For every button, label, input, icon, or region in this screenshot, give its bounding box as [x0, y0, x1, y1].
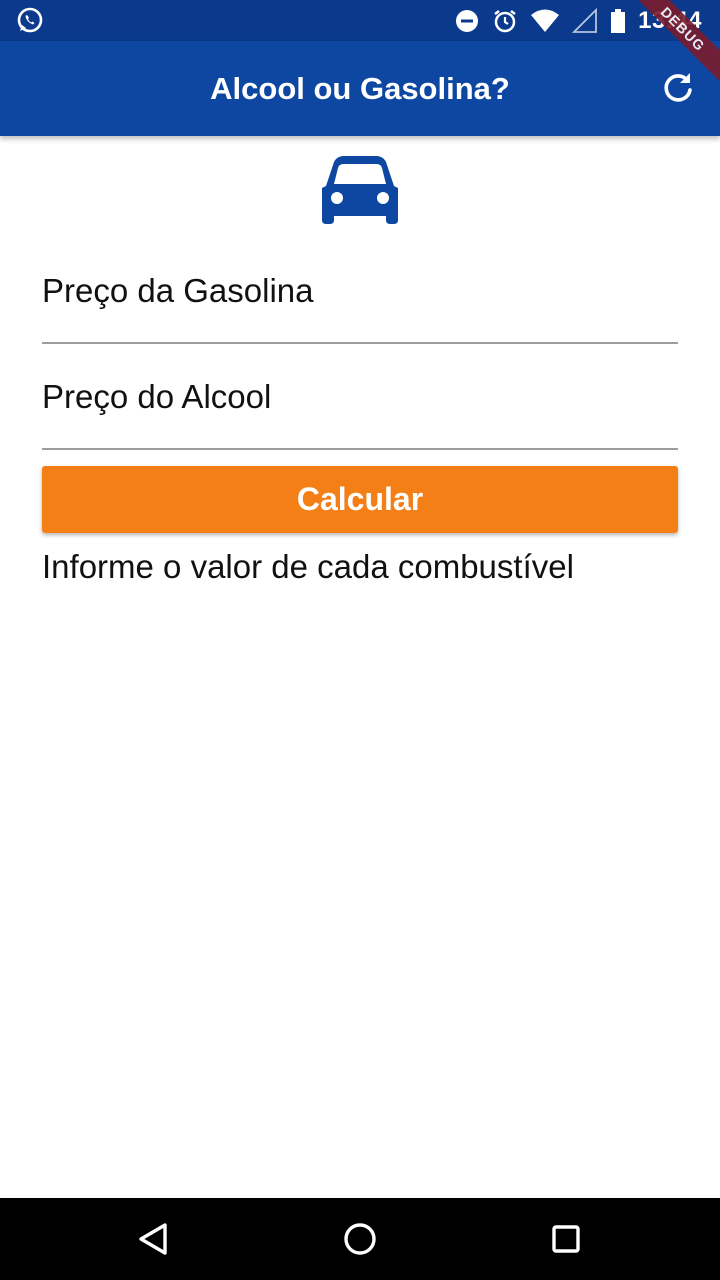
calculate-button[interactable]: Calcular — [42, 466, 678, 533]
navigation-bar — [0, 1198, 720, 1280]
gasolina-price-input[interactable] — [42, 266, 678, 316]
do-not-disturb-icon — [454, 8, 480, 34]
whatsapp-icon — [16, 6, 44, 34]
wifi-icon — [530, 8, 560, 34]
battery-icon — [610, 8, 626, 34]
gasolina-price-field — [42, 266, 678, 344]
back-icon[interactable] — [132, 1218, 174, 1260]
alcool-price-field — [42, 372, 678, 450]
status-bar: 13:44 — [0, 0, 720, 41]
alcool-price-input[interactable] — [42, 372, 678, 422]
recents-icon[interactable] — [545, 1218, 587, 1260]
home-icon[interactable] — [339, 1218, 381, 1260]
alarm-icon — [492, 8, 518, 34]
refresh-icon[interactable] — [660, 69, 696, 105]
app-bar: Alcool ou Gasolina? — [0, 41, 720, 136]
car-icon — [320, 154, 400, 228]
app-bar-title: Alcool ou Gasolina? — [210, 71, 510, 106]
signal-icon — [572, 7, 598, 34]
result-text: Informe o valor de cada combustível — [42, 548, 574, 585]
